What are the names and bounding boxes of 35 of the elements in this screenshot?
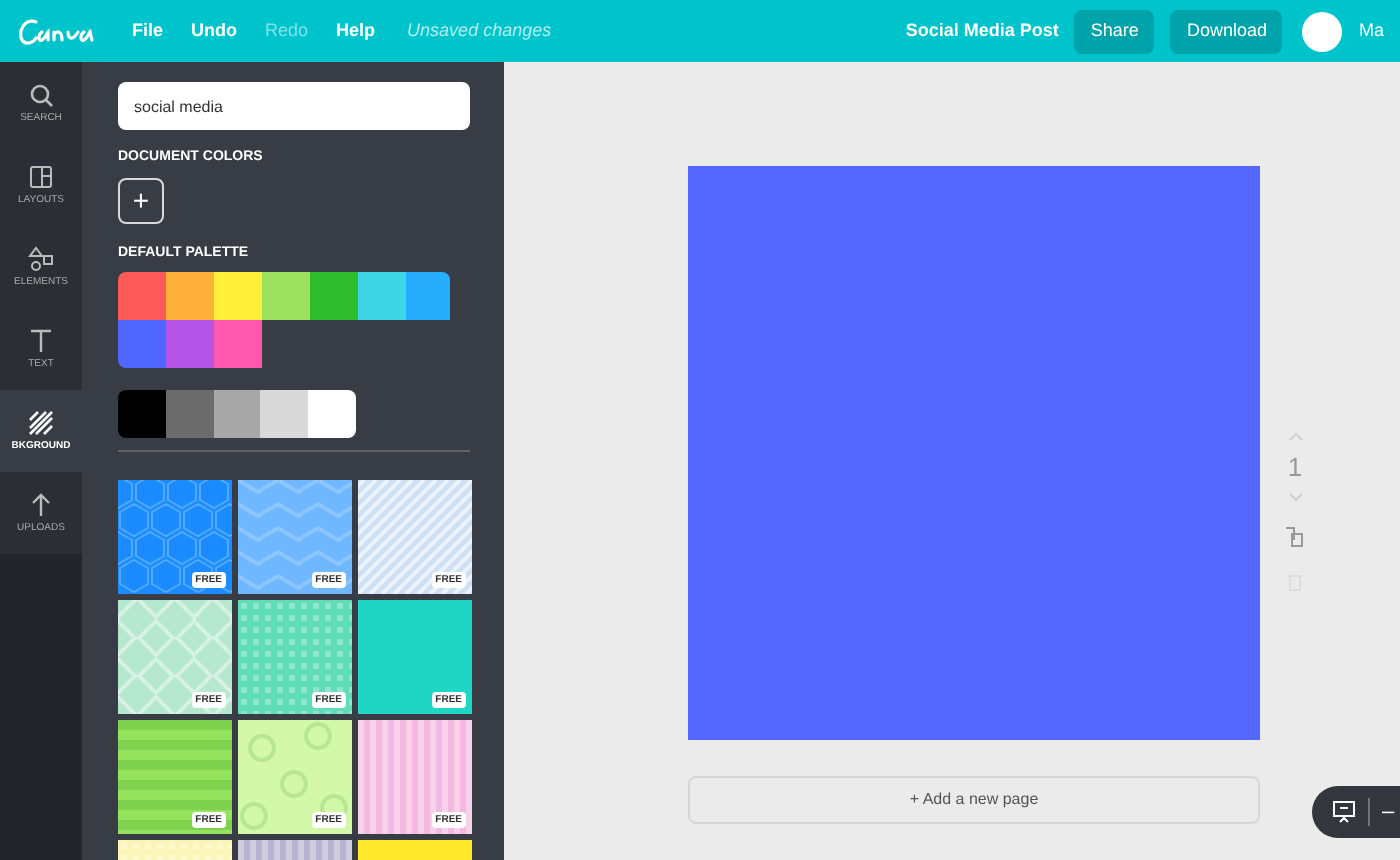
color-swatch[interactable] [358, 272, 406, 320]
color-swatch[interactable] [165, 390, 214, 438]
color-swatch[interactable] [406, 272, 450, 320]
color-swatch[interactable] [310, 272, 358, 320]
add-color-button[interactable]: + [118, 177, 164, 223]
page-number: 1 [1287, 454, 1303, 480]
text-icon [28, 328, 54, 354]
color-swatch[interactable] [214, 272, 262, 320]
layout-icon [28, 164, 54, 190]
color-swatch[interactable] [166, 320, 214, 368]
color-swatch[interactable] [213, 390, 261, 438]
color-swatch[interactable] [118, 320, 166, 368]
color-swatch[interactable] [308, 390, 356, 438]
presentation-icon[interactable] [1332, 800, 1356, 824]
color-swatch[interactable] [262, 272, 310, 320]
color-swatch[interactable] [214, 320, 262, 368]
design-page[interactable] [688, 166, 1260, 740]
avatar[interactable] [1302, 11, 1343, 51]
color-swatch[interactable] [260, 390, 309, 438]
color-swatch[interactable] [166, 272, 214, 320]
hatch-icon [28, 410, 54, 436]
color-swatch[interactable] [118, 272, 166, 320]
share-button[interactable]: Share [1074, 9, 1155, 53]
download-button[interactable]: Download [1170, 9, 1283, 53]
color-swatch[interactable] [118, 390, 166, 438]
save-status: Unsaved changes [407, 17, 552, 44]
search-field[interactable]: social media [118, 82, 470, 130]
document-title: Social Media Post [905, 17, 1059, 44]
shapes-icon [28, 246, 54, 272]
duplicate-icon[interactable] [1284, 526, 1306, 548]
upload-icon [28, 492, 54, 518]
search-icon [28, 82, 54, 108]
zoom-out-button[interactable]: – [1382, 795, 1395, 829]
logo-icon [16, 15, 100, 47]
add-page-button[interactable]: + Add a new page [688, 776, 1260, 824]
